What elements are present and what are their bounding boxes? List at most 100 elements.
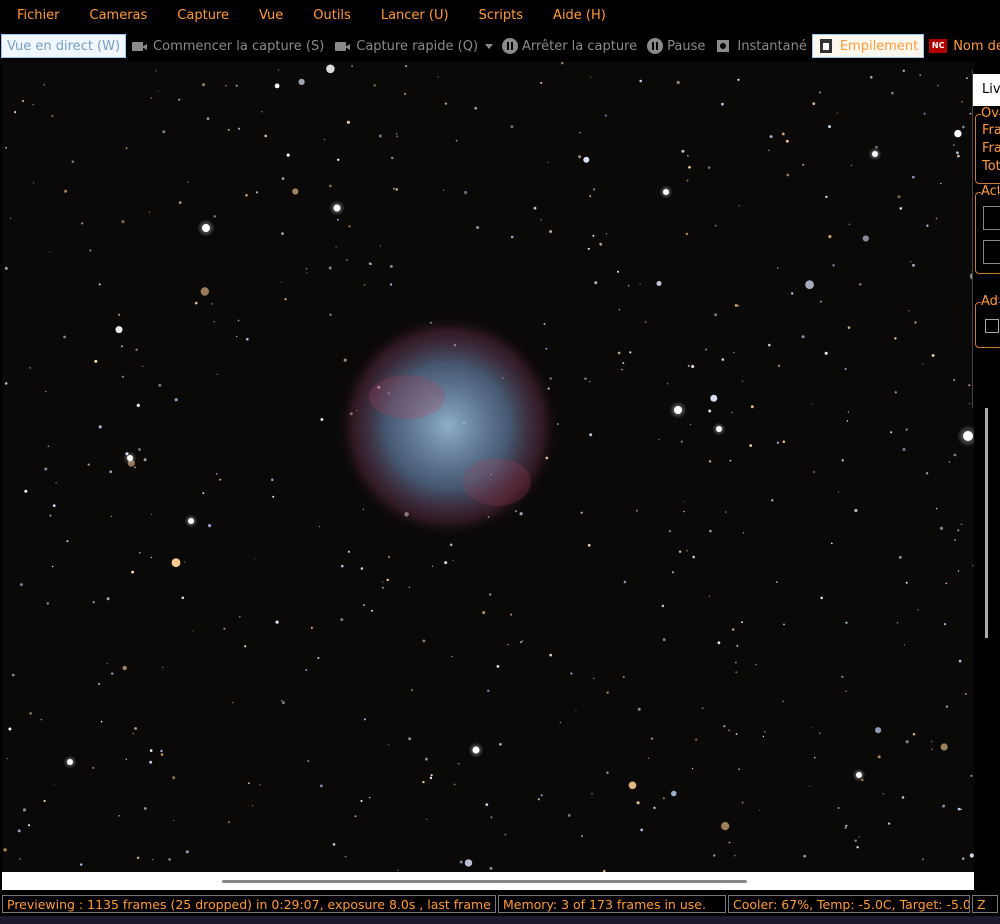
- star: [953, 453, 957, 457]
- star: [837, 491, 840, 493]
- target-name-label: Nom de la cible:: [953, 38, 1000, 54]
- menu-lancer[interactable]: Lancer (U): [364, 0, 462, 32]
- star: [464, 859, 473, 867]
- menu-scripts[interactable]: Scripts: [462, 0, 536, 32]
- star: [98, 682, 101, 686]
- vertical-scroll-thumb[interactable]: [985, 408, 988, 638]
- star: [510, 125, 514, 129]
- star: [519, 512, 523, 516]
- star: [235, 335, 238, 338]
- star: [305, 267, 308, 270]
- star: [724, 511, 727, 513]
- star: [363, 604, 365, 606]
- menu-vue[interactable]: Vue: [242, 0, 296, 32]
- star: [962, 125, 965, 129]
- horizontal-scrollbar[interactable]: [2, 872, 974, 890]
- star: [683, 510, 685, 513]
- star: [875, 727, 882, 734]
- star: [223, 627, 226, 630]
- star: [32, 182, 35, 184]
- target-name-field[interactable]: NC Nom de la cible:: [924, 35, 1000, 57]
- star: [117, 313, 121, 316]
- star: [533, 206, 537, 210]
- star: [32, 104, 34, 106]
- menu-aide[interactable]: Aide (H): [536, 0, 619, 32]
- start-capture-button[interactable]: Commencer la capture (S): [126, 35, 329, 57]
- star: [966, 77, 968, 80]
- star: [142, 365, 144, 367]
- nc-badge-icon: NC: [929, 39, 948, 53]
- menu-outils[interactable]: Outils: [296, 0, 364, 32]
- star: [168, 858, 171, 861]
- quick-capture-button[interactable]: Capture rapide (Q): [329, 35, 483, 57]
- star: [908, 310, 910, 312]
- stop-capture-button[interactable]: Arrêter la capture: [497, 35, 642, 57]
- star: [854, 508, 858, 513]
- star: [272, 495, 275, 498]
- star: [115, 326, 123, 334]
- star: [903, 644, 906, 646]
- pause-button[interactable]: Pause: [642, 35, 710, 57]
- menu-cameras[interactable]: Cameras: [73, 0, 161, 32]
- advanced-checkbox[interactable]: [985, 319, 999, 333]
- star: [457, 762, 460, 765]
- chevron-down-icon[interactable]: [485, 43, 494, 49]
- star: [157, 90, 159, 92]
- star: [391, 156, 394, 160]
- star: [837, 807, 840, 809]
- star: [40, 718, 43, 721]
- star: [22, 808, 27, 812]
- star: [520, 641, 522, 644]
- star: [122, 665, 127, 671]
- star: [962, 857, 965, 860]
- menu-fichier[interactable]: Fichier: [0, 0, 73, 32]
- star: [537, 798, 541, 801]
- action-button-1[interactable]: [983, 206, 1000, 230]
- star: [635, 509, 639, 512]
- star: [848, 223, 851, 226]
- bright-star: [202, 224, 210, 232]
- star: [202, 492, 205, 495]
- live-view-button[interactable]: Vue en direct (W): [1, 34, 127, 58]
- star: [899, 207, 903, 210]
- star: [758, 809, 760, 811]
- star: [687, 365, 690, 367]
- star: [444, 102, 447, 105]
- tab-live[interactable]: Live: [973, 74, 1000, 106]
- action-button-2[interactable]: [983, 240, 1000, 264]
- star: [245, 194, 248, 197]
- horizontal-scroll-thumb[interactable]: [222, 880, 747, 883]
- star: [150, 97, 153, 99]
- stacking-button[interactable]: Empilement: [811, 34, 925, 58]
- star: [606, 771, 609, 774]
- star: [281, 177, 285, 180]
- bright-star: [333, 204, 341, 212]
- star: [957, 807, 961, 811]
- star: [362, 508, 364, 510]
- star: [919, 74, 921, 76]
- star: [49, 514, 52, 517]
- star: [701, 707, 704, 710]
- snapshot-button[interactable]: Instantané: [710, 35, 811, 57]
- star: [408, 737, 412, 741]
- star: [940, 182, 942, 185]
- star: [844, 368, 847, 370]
- star: [623, 580, 627, 584]
- star: [152, 859, 154, 861]
- star: [676, 80, 680, 85]
- star: [841, 675, 844, 678]
- image-viewport[interactable]: [2, 62, 974, 872]
- star: [134, 727, 138, 730]
- menu-capture[interactable]: Capture: [160, 0, 242, 32]
- star: [782, 440, 786, 444]
- star: [98, 425, 102, 429]
- star: [185, 850, 189, 854]
- star: [832, 264, 835, 267]
- star: [335, 246, 337, 248]
- star: [46, 602, 49, 605]
- vertical-scrollbar[interactable]: [974, 408, 1000, 872]
- star: [877, 755, 881, 759]
- star: [785, 139, 789, 143]
- star: [640, 828, 644, 832]
- star: [424, 757, 428, 761]
